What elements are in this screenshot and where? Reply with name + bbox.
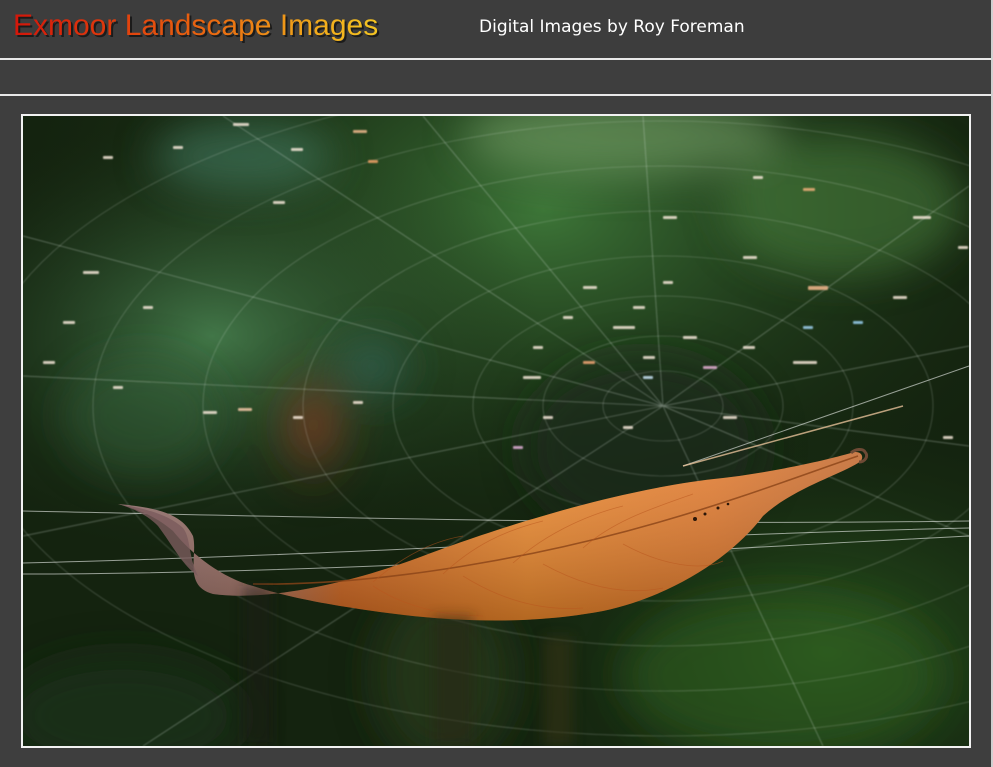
site-subtitle: Digital Images by Roy Foreman	[479, 17, 745, 37]
site-title[interactable]: Exmoor Landscape Images	[13, 9, 378, 43]
main-photo	[21, 114, 971, 748]
page: Exmoor Landscape Images Exmoor Landscape…	[0, 0, 993, 767]
navigation-divider	[0, 94, 993, 96]
leaf-in-spider-web-photo	[23, 116, 969, 746]
site-header: Exmoor Landscape Images Exmoor Landscape…	[0, 0, 993, 58]
navigation-bar	[0, 60, 993, 94]
